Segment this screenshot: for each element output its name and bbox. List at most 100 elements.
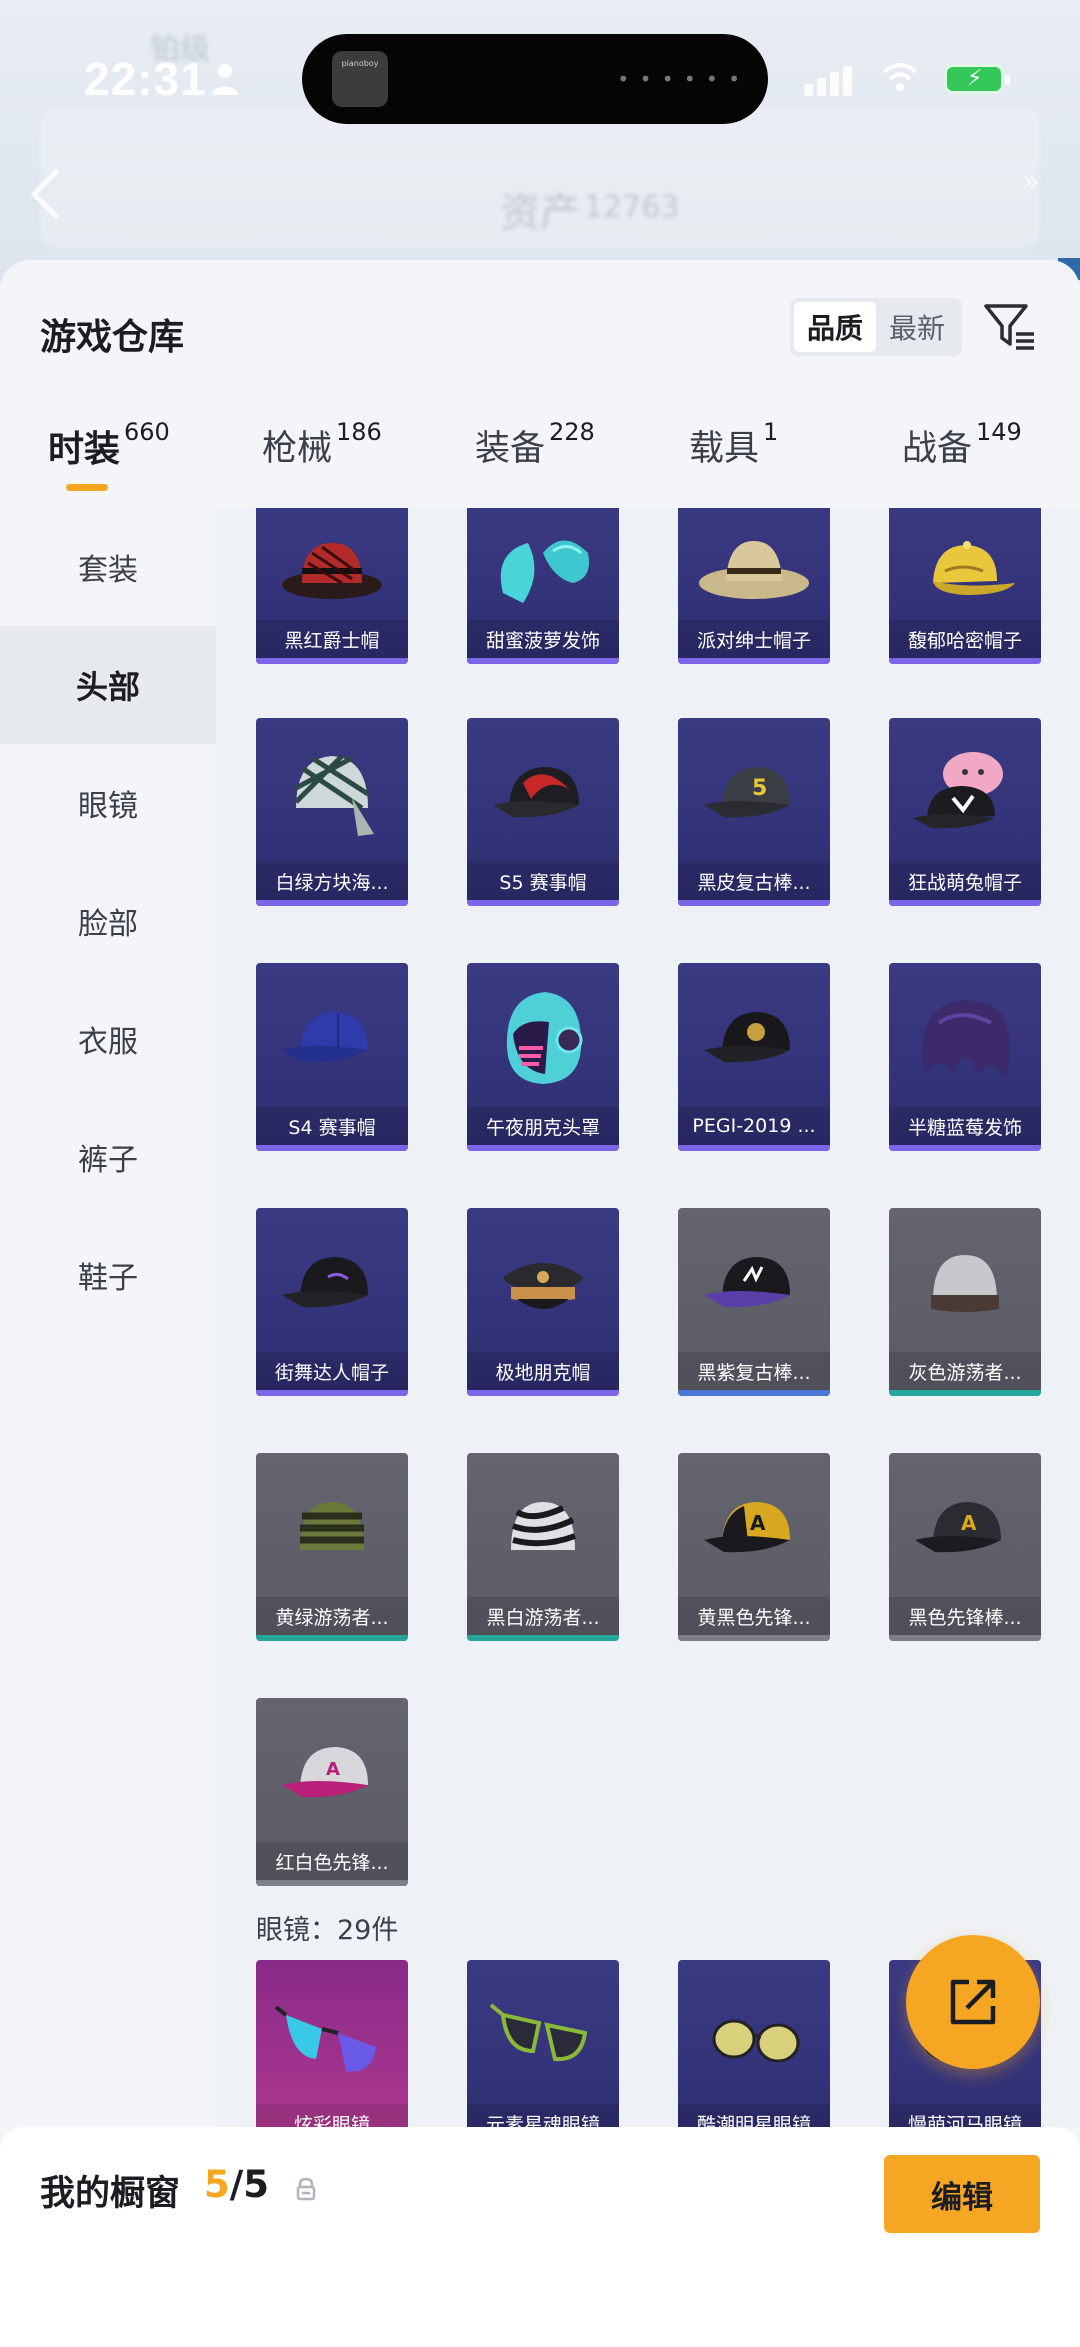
item-card[interactable]: 5 黑皮复古棒... [678,718,830,906]
svg-text:5: 5 [752,776,767,801]
side-item-glasses[interactable]: 眼镜 [0,744,216,862]
tab-equipment[interactable]: 装备 228 [475,418,595,471]
lock-icon [296,2177,316,2201]
item-card[interactable]: 白绿方块海... [256,718,408,906]
item-name: 黑紫复古棒... [678,1352,830,1390]
item-card[interactable]: 半糖蓝莓发饰 [889,963,1041,1151]
side-item-pants[interactable]: 裤子 [0,1098,216,1216]
svg-text:A: A [750,1511,766,1535]
beanie-gray-icon [889,1208,1041,1358]
item-card[interactable]: PEGI-2019 ... [678,963,830,1151]
item-card[interactable]: A 黄黑色先锋... [678,1453,830,1641]
item-card[interactable]: 黑紫复古棒... [678,1208,830,1396]
item-card[interactable]: S4 赛事帽 [256,963,408,1151]
item-card[interactable]: 黄绿游荡者... [256,1453,408,1641]
item-card[interactable]: 酷潮明星眼镜 [678,1960,830,2128]
item-card[interactable]: 馥郁哈密帽子 [889,508,1041,664]
double-chevron-right-icon: » [1021,164,1040,199]
filter-icon[interactable] [982,298,1038,354]
tab-count: 660 [124,418,170,446]
sunglasses-gold-icon [678,1960,830,2110]
cellular-signal-icon [804,64,852,96]
item-card[interactable]: 甜蜜菠萝发饰 [467,508,619,664]
category-tabs: 时装 660 枪械 186 装备 228 载具 1 战备 149 [0,418,1080,510]
rarity-bar [256,1390,408,1396]
edit-button[interactable]: 编辑 [884,2155,1040,2233]
item-card[interactable]: S5 赛事帽 [467,718,619,906]
share-fab-button[interactable] [906,1935,1040,2069]
island-waveform-icon: • • • • • • [617,67,742,91]
tab-fashion[interactable]: 时装 660 [48,418,170,472]
tab-label: 战备 [902,429,973,469]
item-card[interactable]: 炫彩眼镜 [256,1960,408,2128]
active-tab-indicator [66,484,108,491]
item-name: 馥郁哈密帽子 [889,620,1041,658]
external-link-icon [950,1979,996,2025]
tab-firearms[interactable]: 枪械 186 [262,418,382,471]
showcase-total: 5 [243,2163,270,2206]
sort-newest-option[interactable]: 最新 [876,302,958,352]
item-name: 白绿方块海... [256,862,408,900]
item-card[interactable]: A 黑色先锋棒... [889,1453,1041,1641]
rarity-bar [467,1390,619,1396]
item-card[interactable]: 极地朋克帽 [467,1208,619,1396]
item-name: PEGI-2019 ... [678,1107,830,1145]
side-item-head[interactable]: 头部 [0,626,216,744]
rarity-bar [256,658,408,664]
item-card[interactable]: 午夜朋克头罩 [467,963,619,1151]
item-name: S5 赛事帽 [467,862,619,900]
cap-black-a-icon: A [889,1453,1041,1603]
tab-battle-gear[interactable]: 战备 149 [902,418,1022,471]
sunglasses-rainbow-icon [256,1960,408,2110]
showcase-separator: / [229,2163,244,2206]
item-name: 甜蜜菠萝发饰 [467,620,619,658]
item-name: 半糖蓝莓发饰 [889,1107,1041,1145]
tab-label: 载具 [689,429,760,469]
showcase-count: 5/5 [204,2163,269,2206]
rarity-bar [467,658,619,664]
cap-red-white-icon: A [256,1698,408,1848]
item-card[interactable]: 狂战萌兔帽子 [889,718,1041,906]
person-icon [212,64,238,95]
side-item-shoes[interactable]: 鞋子 [0,1216,216,1334]
item-name: 红白色先锋... [256,1842,408,1880]
item-name: 派对绅士帽子 [678,620,830,658]
cap-red-black-icon [467,718,619,868]
item-card[interactable]: 黑红爵士帽 [256,508,408,664]
item-card[interactable]: A 红白色先锋... [256,1698,408,1886]
side-item-outfit[interactable]: 套装 [0,508,216,626]
item-name: 灰色游荡者... [889,1352,1041,1390]
showcase-bar: 我的橱窗 5/5 编辑 [0,2127,1080,2347]
rarity-bar [678,658,830,664]
item-name: 元素星魂眼镜 [467,2104,619,2128]
background-asset-count: 12763 [584,190,680,225]
wifi-icon [882,63,918,91]
rarity-bar [467,1635,619,1641]
sort-quality-option[interactable]: 品质 [794,302,876,352]
item-name: 慢萌河马眼镜 [889,2104,1041,2128]
rarity-bar [889,1145,1041,1151]
fedora-beige-icon [678,508,830,638]
rarity-bar [678,1390,830,1396]
bandana-checker-icon [256,718,408,868]
rarity-bar [678,1145,830,1151]
item-card[interactable]: 街舞达人帽子 [256,1208,408,1396]
tab-label: 时装 [48,429,121,470]
item-card[interactable]: 元素星魂眼镜 [467,1960,619,2128]
item-card[interactable]: 灰色游荡者... [889,1208,1041,1396]
cap-bunny-icon [889,718,1041,868]
helmet-neon-icon [467,963,619,1113]
item-card[interactable]: 黑白游荡者... [467,1453,619,1641]
sort-toggle: 品质 最新 [790,298,962,356]
showcase-title: 我的橱窗 [40,2174,181,2214]
showcase-current: 5 [204,2163,230,2206]
tab-vehicles[interactable]: 载具 1 [689,418,779,471]
tab-count: 1 [763,418,779,446]
side-item-face[interactable]: 脸部 [0,862,216,980]
tab-label: 枪械 [262,429,333,469]
rarity-bar [889,658,1041,664]
beanie-striped-icon [256,1453,408,1603]
warehouse-sheet: 游戏仓库 品质 最新 时装 660 枪械 186 装备 228 载具 1 战备 … [0,260,1080,2347]
item-card[interactable]: 派对绅士帽子 [678,508,830,664]
side-item-clothes[interactable]: 衣服 [0,980,216,1098]
